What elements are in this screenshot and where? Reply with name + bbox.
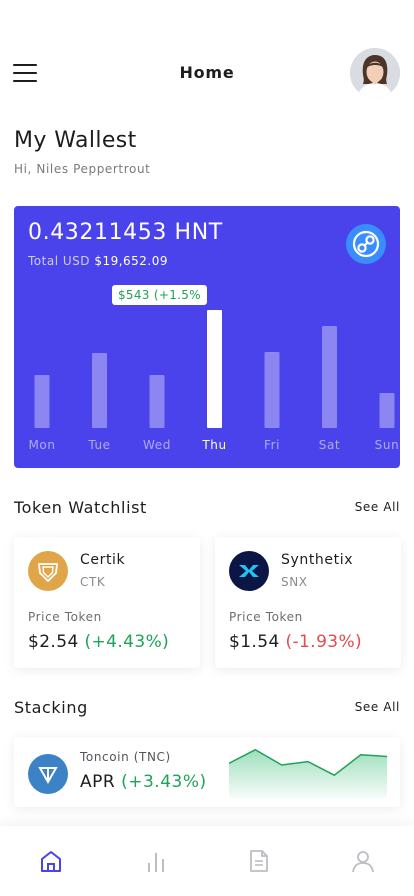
token-price: $1.54 xyxy=(229,632,280,652)
chart-x-axis: Mon Tue Wed Thu Fri Sat Sun xyxy=(14,438,400,456)
chart-tooltip: $543 (+1.5% xyxy=(112,285,207,305)
token-change: (+4.43%) xyxy=(84,632,170,652)
user-avatar[interactable] xyxy=(350,48,400,98)
price-value: $2.54 (+4.43%) xyxy=(28,632,169,652)
avatar-image xyxy=(350,48,400,98)
stacking-sparkline xyxy=(229,748,387,799)
token-price: $2.54 xyxy=(28,632,79,652)
app-header: Home xyxy=(0,46,414,102)
bar-thu[interactable] xyxy=(207,310,222,428)
day-label-sat: Sat xyxy=(318,438,341,452)
token-name: Synthetix xyxy=(281,552,354,568)
home-icon-graphic xyxy=(41,851,61,872)
watchlist-see-all-link[interactable]: See All xyxy=(355,500,400,514)
bar-sun[interactable] xyxy=(379,393,395,428)
token-name: Certik xyxy=(80,552,126,568)
toncoin-icon xyxy=(28,754,68,794)
synthetix-icon-graphic xyxy=(239,565,259,577)
balance-card: 0.43211453 HNT Total USD $19,652.09 $543… xyxy=(14,206,400,468)
bottom-nav xyxy=(0,826,414,896)
home-icon[interactable] xyxy=(38,848,64,874)
document-icon-graphic xyxy=(250,850,268,872)
token-change: (-1.93%) xyxy=(285,632,363,652)
day-label-thu: Thu xyxy=(202,438,227,452)
synthetix-icon xyxy=(229,551,269,591)
profile-icon[interactable] xyxy=(350,848,376,874)
certik-icon xyxy=(28,551,68,591)
price-label: Price Token xyxy=(229,610,303,624)
bar-chart-icon[interactable] xyxy=(143,848,169,874)
document-icon[interactable] xyxy=(246,848,272,874)
token-symbol: SNX xyxy=(281,575,308,589)
day-label-fri: Fri xyxy=(263,438,281,452)
toncoin-icon-graphic xyxy=(38,767,58,785)
bar-tue[interactable] xyxy=(92,353,107,428)
stacking-card-toncoin[interactable]: Toncoin (TNC) APR (+3.43%) xyxy=(14,737,400,807)
weekly-bar-chart xyxy=(34,310,395,428)
stacking-token-name: Toncoin (TNC) xyxy=(80,750,171,764)
token-card-certik[interactable]: Certik CTK Price Token $2.54 (+4.43%) xyxy=(14,537,200,668)
price-label: Price Token xyxy=(28,610,102,624)
wallet-title: My Wallest xyxy=(14,128,137,153)
stacking-see-all-link[interactable]: See All xyxy=(355,700,400,714)
price-value: $1.54 (-1.93%) xyxy=(229,632,362,652)
certik-icon-graphic xyxy=(37,563,59,583)
apr-change: (+3.43%) xyxy=(121,772,207,792)
bar-mon[interactable] xyxy=(34,375,50,428)
day-label-wed: Wed xyxy=(143,438,171,452)
bar-wed[interactable] xyxy=(149,375,165,428)
profile-icon-graphic xyxy=(352,851,374,873)
bar-sat[interactable] xyxy=(322,326,337,428)
day-label-mon: Mon xyxy=(28,438,56,452)
sparkline-area xyxy=(229,749,387,799)
bar-fri[interactable] xyxy=(264,352,280,428)
greeting-text: Hi, Niles Peppertrout xyxy=(14,162,151,176)
day-label-tue: Tue xyxy=(88,438,111,452)
apr-label: APR xyxy=(80,772,116,792)
token-card-synthetix[interactable]: Synthetix SNX Price Token $1.54 (-1.93%) xyxy=(215,537,401,668)
apr-value: APR (+3.43%) xyxy=(80,772,207,792)
day-label-sun: Sun xyxy=(374,438,400,452)
token-symbol: CTK xyxy=(80,575,106,589)
bar-chart-icon-graphic xyxy=(148,853,164,872)
watchlist-title: Token Watchlist xyxy=(14,498,147,517)
stacking-title: Stacking xyxy=(14,698,88,717)
